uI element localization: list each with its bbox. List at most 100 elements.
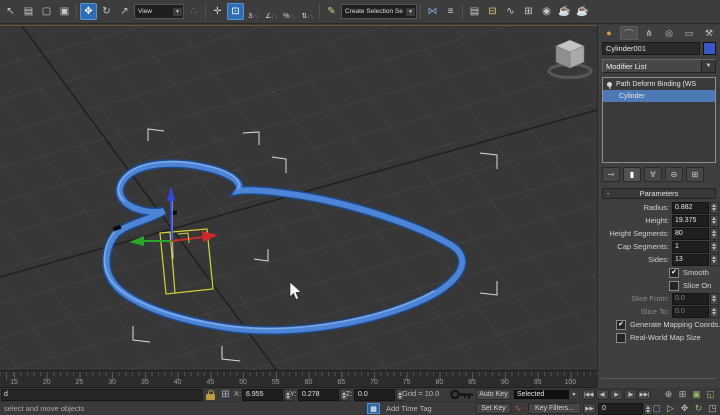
select-and-rotate-icon[interactable]: ↻	[98, 3, 115, 20]
zoom-button[interactable]: ⊕	[662, 389, 675, 400]
radius-spinner[interactable]	[710, 202, 719, 214]
object-color-swatch[interactable]	[703, 42, 716, 55]
zoom-extents-all-button[interactable]: ◱	[704, 389, 717, 400]
maxscript-mini-listener[interactable]: d	[1, 389, 203, 401]
align-icon[interactable]: ≡	[442, 3, 459, 20]
real-world-map-size-checkbox[interactable]	[616, 333, 626, 343]
modifier-stack-row[interactable]: Cylinder	[603, 90, 715, 102]
slice-to-spinner[interactable]	[710, 306, 719, 318]
select-and-manipulate-icon[interactable]: ✛	[209, 3, 226, 20]
remove-modifier-button[interactable]: ⊖	[665, 167, 683, 182]
use-pivot-point-center-icon[interactable]: ∴	[185, 3, 202, 20]
field-of-view-button[interactable]: ▷	[664, 403, 677, 414]
tab-utilities[interactable]: ⚒	[700, 26, 718, 40]
show-end-result-button[interactable]: ▮	[623, 167, 641, 182]
select-object-icon[interactable]: ↖	[2, 3, 19, 20]
maximize-viewport-button[interactable]: ◳	[706, 403, 719, 414]
zoom-region-button[interactable]: ▢	[650, 403, 663, 414]
schematic-view-icon[interactable]: ⊞	[520, 3, 537, 20]
cap-segments-field[interactable]: 1	[672, 241, 709, 253]
rectangular-selection-region-icon[interactable]: ▢	[38, 3, 55, 20]
select-by-name-icon[interactable]: ▤	[20, 3, 37, 20]
default-tangent-curve-icon[interactable]: ∿	[514, 402, 522, 414]
modifier-list-dropdown[interactable]: Modifier List ▼	[602, 59, 716, 73]
radius-field[interactable]: 0.882	[672, 202, 709, 214]
current-frame-field[interactable]: 0	[598, 403, 643, 415]
height-segments-spinner[interactable]	[710, 228, 719, 240]
reference-coordinate-dropdown[interactable]: View▼	[134, 4, 184, 19]
path-deformed-cylinder[interactable]	[104, 162, 462, 331]
set-key-button[interactable]: Set Key	[476, 403, 511, 414]
chevron-down-icon[interactable]: ▼	[173, 8, 182, 16]
pin-stack-button[interactable]: ⊸	[602, 167, 620, 182]
angle-snap-toggle-icon[interactable]: ∠∩	[263, 3, 280, 20]
tab-motion[interactable]: ◎	[660, 26, 678, 40]
gizmo-xy-plane-handle[interactable]	[178, 233, 189, 243]
tab-create[interactable]: ●	[600, 26, 618, 40]
render-production-icon[interactable]: ☕	[574, 3, 591, 20]
go-to-end-button[interactable]: ▶▶|	[638, 389, 651, 400]
render-setup-icon[interactable]: ☕	[556, 3, 573, 20]
edit-named-selection-sets-icon[interactable]: ✎	[323, 3, 340, 20]
tab-hierarchy[interactable]: ⋔	[640, 26, 658, 40]
adaptive-degradation-icon[interactable]: ▦	[367, 403, 380, 414]
sides-spinner[interactable]	[710, 254, 719, 266]
previous-frame-button[interactable]: ◀|	[596, 389, 609, 400]
make-unique-button[interactable]: ∀	[644, 167, 662, 182]
set-keys-key-icon[interactable]	[449, 388, 475, 401]
x-coordinate-field[interactable]: 6.955	[242, 389, 283, 401]
zoom-all-button[interactable]: ⊞	[676, 389, 689, 400]
mirror-icon[interactable]: ⋈	[424, 3, 441, 20]
slice-from-spinner[interactable]	[710, 293, 719, 305]
sides-field[interactable]: 13	[672, 254, 709, 266]
window-crossing-icon[interactable]: ▣	[56, 3, 73, 20]
zoom-extents-button[interactable]: ▣	[690, 389, 703, 400]
pan-button[interactable]: ✥	[678, 403, 691, 414]
go-to-start-button[interactable]: |◀◀	[582, 389, 595, 400]
height-segments-field[interactable]: 80	[672, 228, 709, 240]
next-frame-button[interactable]: |▶	[624, 389, 637, 400]
viewcube[interactable]	[549, 40, 591, 78]
percent-snap-toggle-icon[interactable]: %∩	[281, 3, 298, 20]
selected-set-key-dropdown[interactable]: Selected ▼	[513, 389, 580, 400]
layer-explorer-icon[interactable]: ⊟	[484, 3, 501, 20]
keyboard-shortcut-override-icon[interactable]: ⊡	[227, 3, 244, 20]
snap-toggle-3d-icon[interactable]: 3∩	[245, 3, 262, 20]
add-time-tag[interactable]: Add Time Tag	[386, 403, 432, 415]
smooth-checkbox[interactable]: ✔	[669, 268, 679, 278]
key-filters-button[interactable]: Key Filters...	[528, 403, 581, 414]
select-and-move-icon[interactable]: ✥	[80, 3, 97, 20]
slice-on-checkbox[interactable]	[669, 281, 679, 291]
selection-lock-icon[interactable]	[206, 390, 216, 400]
height-field[interactable]: 19.375	[672, 215, 709, 227]
material-editor-icon[interactable]: ◉	[538, 3, 555, 20]
key-mode-toggle[interactable]: ▶▶	[583, 403, 596, 414]
select-and-scale-icon[interactable]: ↗	[116, 3, 133, 20]
z-coordinate-field[interactable]: 0.0	[354, 389, 395, 401]
auto-key-button[interactable]: Auto Key	[476, 389, 511, 400]
cap-segments-spinner[interactable]	[710, 241, 719, 253]
absolute-mode-icon[interactable]: ⊞	[219, 389, 232, 400]
curve-editor-icon[interactable]: ∿	[502, 3, 519, 20]
spinner-snap-toggle-icon[interactable]: ⇅∩	[299, 3, 316, 20]
manage-layers-icon[interactable]: ▤	[466, 3, 483, 20]
chevron-down-icon[interactable]: ▼	[701, 60, 715, 72]
configure-modifier-sets-button[interactable]: ⊞	[686, 167, 704, 182]
tab-display[interactable]: ▭	[680, 26, 698, 40]
play-button[interactable]: ▶	[610, 389, 623, 400]
object-name-field[interactable]: Cylinder001	[602, 42, 700, 55]
slice-from-field[interactable]: 0.0	[672, 293, 709, 305]
chevron-down-icon[interactable]: ▼	[406, 8, 415, 16]
y-coordinate-field[interactable]: 0.278	[298, 389, 339, 401]
slice-to-field[interactable]: 0.0	[672, 306, 709, 318]
track-bar[interactable]: 1520253035404550556065707580859095100	[0, 370, 597, 388]
parameters-rollout-header[interactable]: - Parameters	[602, 188, 716, 199]
generate-mapping-coords-checkbox[interactable]: ✔	[616, 320, 626, 330]
named-selection-sets-dropdown[interactable]: Create Selection Se▼	[341, 4, 417, 19]
height-spinner[interactable]	[710, 215, 719, 227]
modifier-enable-lightbulb-icon[interactable]	[607, 82, 612, 87]
tab-modify[interactable]: ⌒	[620, 26, 638, 40]
perspective-viewport[interactable]	[0, 25, 597, 371]
modifier-stack-row[interactable]: Path Deform Binding (WS	[603, 78, 715, 90]
orbit-button[interactable]: ↻	[692, 403, 705, 414]
